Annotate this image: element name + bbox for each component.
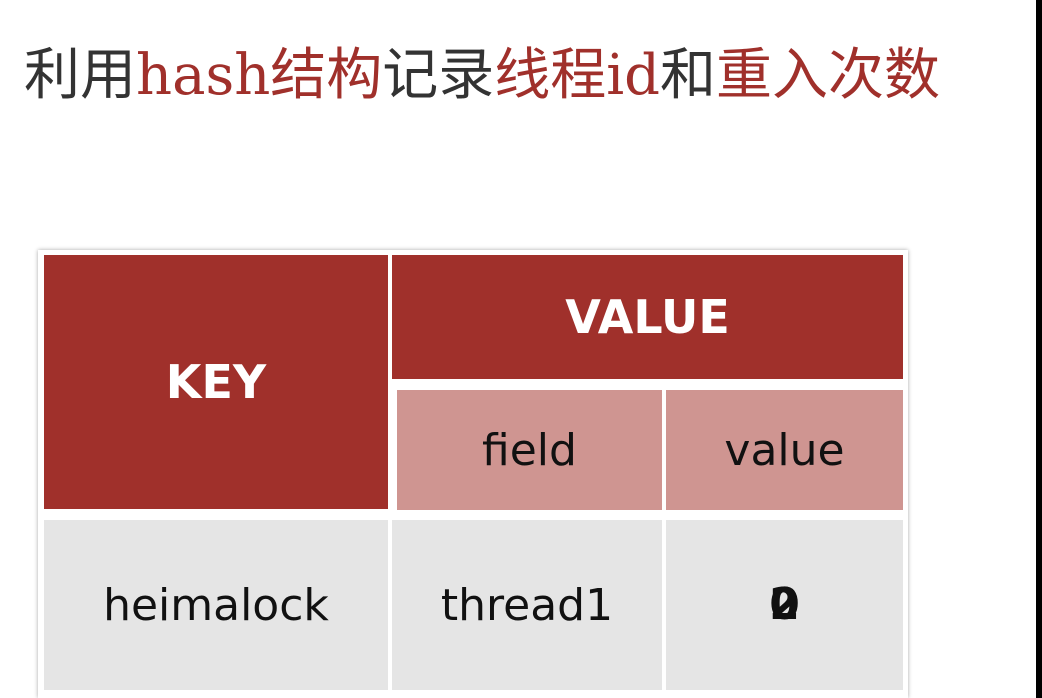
title-segment: 和: [660, 43, 717, 108]
subheader-field-cell: field: [397, 390, 662, 510]
header-value-label: VALUE: [565, 290, 730, 344]
page-title: 利用hash结构记录线程id和重入次数: [24, 36, 940, 116]
row-value-digit: 2: [769, 579, 800, 630]
subheader-value-cell: value: [666, 390, 903, 510]
title-segment: 利用: [24, 43, 136, 108]
title-segment-highlight: 重入次数: [716, 43, 941, 108]
subheader-field-label: field: [482, 424, 577, 476]
header-key-label: KEY: [165, 355, 267, 409]
title-segment: 记录: [382, 43, 495, 108]
hash-structure-table: KEY VALUE field value heimalock thread1 …: [38, 250, 908, 698]
row-key-text: heimalock: [103, 579, 329, 631]
row-field-text: thread1: [440, 579, 614, 631]
header-key-cell: KEY: [44, 255, 388, 509]
table-row-key-cell: heimalock: [44, 520, 388, 690]
title-segment-highlight: 线程id: [494, 43, 661, 108]
row-value-overlapped-digits: 0 2: [769, 583, 800, 627]
table-row-field-cell: thread1: [392, 520, 662, 690]
table-row-value-cell: 0 2: [666, 520, 903, 690]
right-edge-divider: [1036, 0, 1042, 698]
subheader-value-label: value: [724, 424, 845, 476]
header-value-cell: VALUE: [392, 255, 903, 379]
title-segment-highlight: hash结构: [136, 43, 383, 108]
